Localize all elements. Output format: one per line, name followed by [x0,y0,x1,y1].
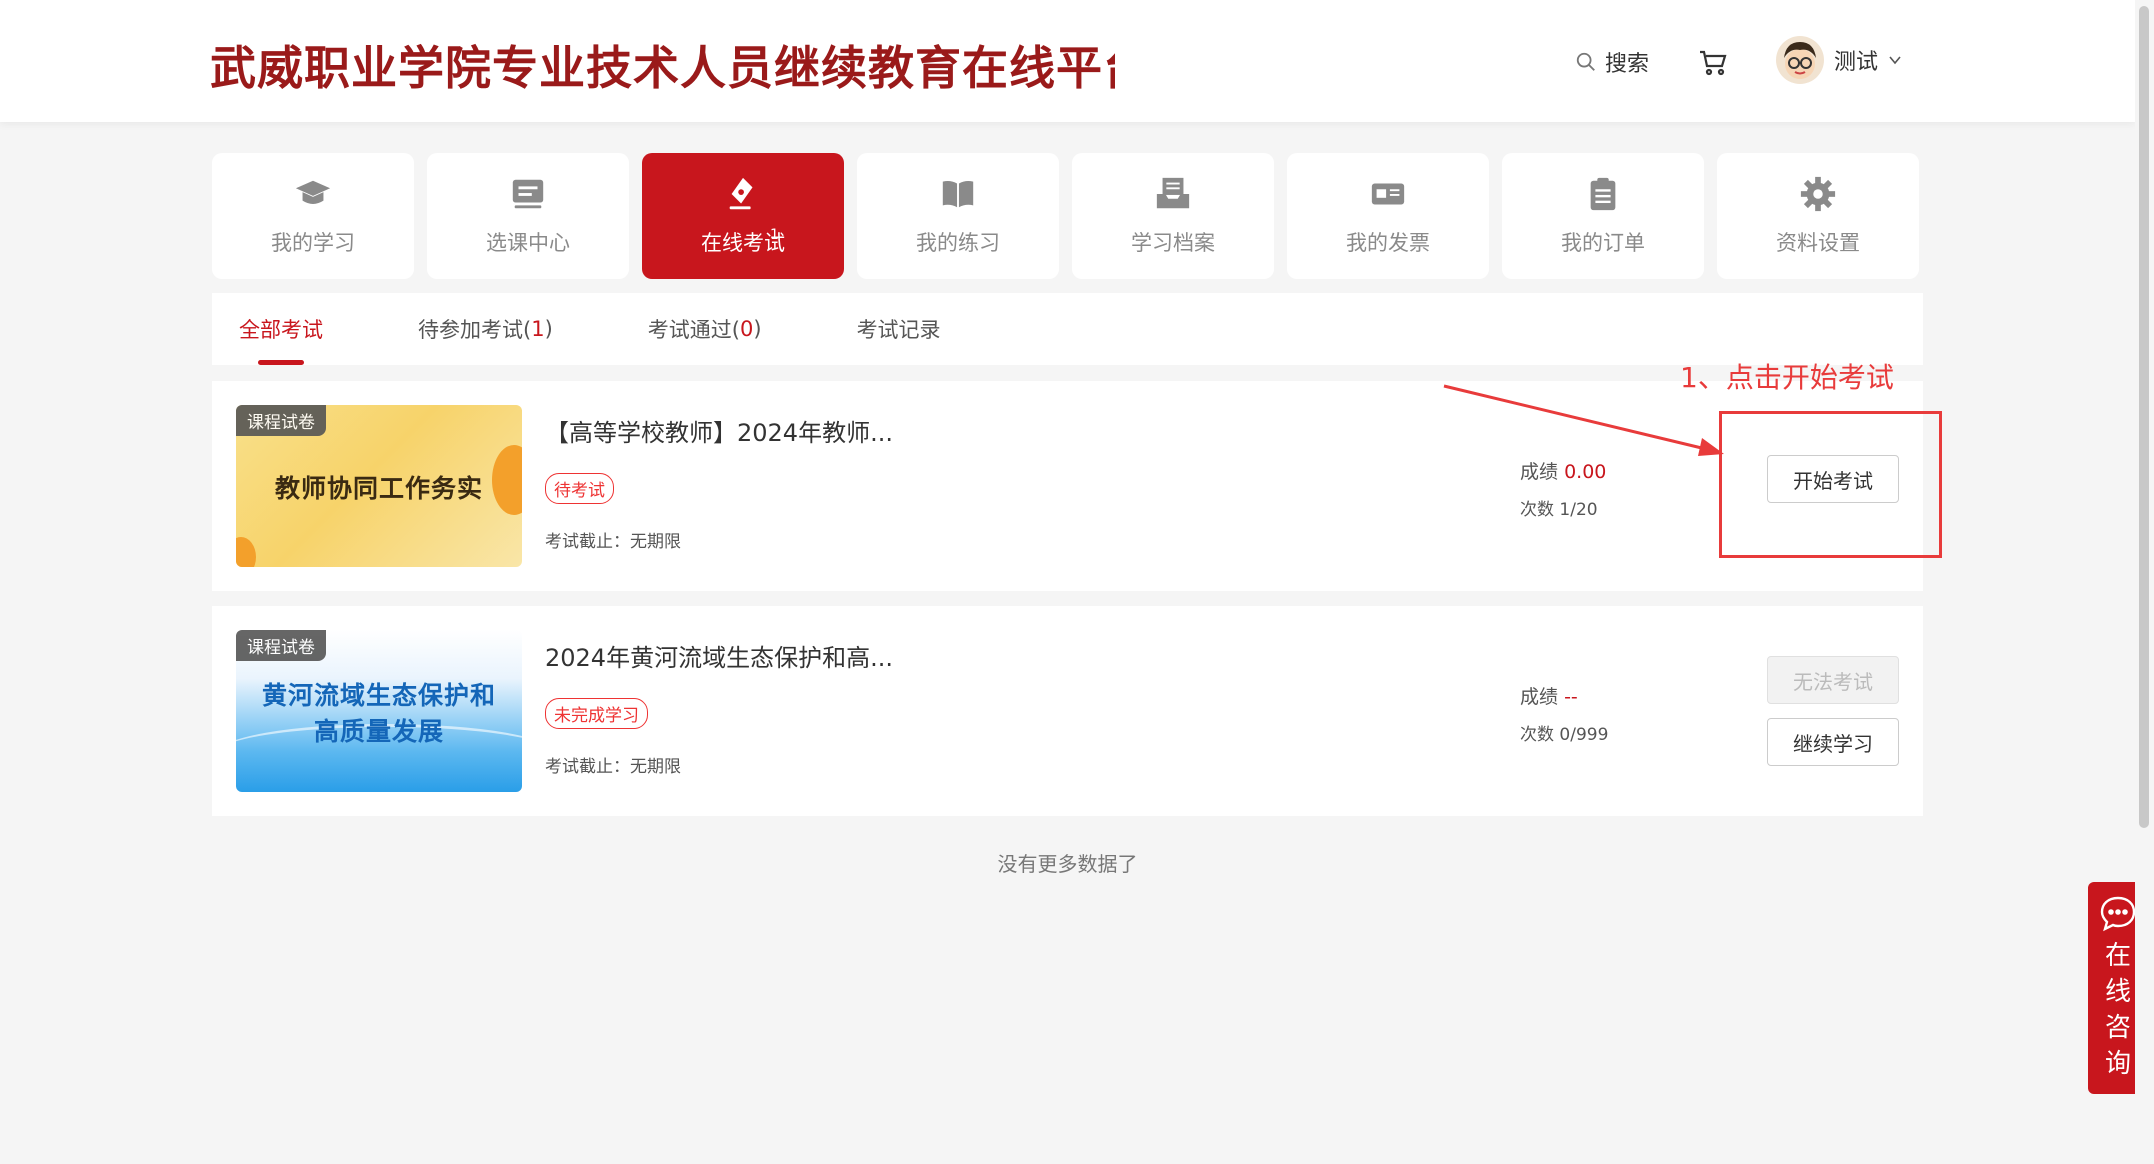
tab-count: 1 [531,317,545,341]
tab-count: 0 [739,317,754,341]
exam-attempts: 次数 1/20 [1520,500,1598,520]
nav-my-invoice[interactable]: 我的发票 [1287,153,1489,279]
invoice-icon [1371,183,1405,205]
tab-pending-exams[interactable]: 待参加考试(1) [418,293,553,365]
exam-score: 成绩 0.00 [1520,457,1606,484]
exam-title[interactable]: 【高等学校教师】2024年教师... [545,413,893,448]
avatar-icon [1784,42,1816,79]
active-tab-indicator [258,360,304,365]
nav-course-center[interactable]: 选课中心 [427,153,629,279]
score-value: 0.00 [1564,461,1607,483]
cannot-take-exam-button: 无法考试 [1767,656,1899,704]
status-badge: 待考试 [545,473,614,504]
tab-label: 全部考试 [239,318,323,342]
cart-icon [1700,50,1727,76]
annotation-box [1719,411,1942,558]
pen-icon [729,177,753,210]
tab-label: 考试记录 [856,318,941,342]
graduation-cap-icon [295,180,331,204]
tab-paren: ) [544,317,553,341]
header: 武威职业学院专业技术人员继续教育在线平台 搜索 测试 [0,0,2135,122]
search-button[interactable]: 搜索 [1575,46,1649,78]
continue-learning-button[interactable]: 继续学习 [1767,718,1899,766]
gear-icon [1800,176,1836,212]
tab-label: 待参加考试( [418,318,532,342]
nav-study-archive[interactable]: 学习档案 [1072,153,1274,279]
tab-passed-exams[interactable]: 考试通过(0) [648,293,762,365]
cart-button[interactable] [1697,46,1729,78]
no-more-data-text: 没有更多数据了 [997,852,1138,876]
nav-profile-settings[interactable]: 资料设置 [1717,153,1919,279]
nav-label: 我的订单 [1561,231,1645,255]
tab-label: 考试通过( [647,318,740,342]
tab-paren: ) [753,317,762,341]
main-nav: 我的学习 选课中心 在线考试 1 我的练习 学习档案 我的发票 我的订单 资料设… [212,153,1919,279]
thumbnail-title-line: 黄河流域生态保护和 [261,681,496,710]
username: 测试 [1834,50,1879,75]
site-title: 武威职业学院专业技术人员继续教育在线平台 [210,41,1115,95]
tab-all-exams[interactable]: 全部考试 [239,293,323,365]
nav-label: 我的学习 [271,231,355,255]
avatar [1776,36,1824,84]
thumbnail-title-line: 高质量发展 [313,717,444,746]
exam-title[interactable]: 2024年黄河流域生态保护和高... [545,638,893,673]
inbox-icon [1156,177,1190,209]
exam-deadline: 考试截止：无期限 [545,532,681,552]
annotation-arrow [1443,384,1724,456]
score-label: 成绩 [1520,461,1559,483]
consult-label: 在线咨询 [2104,941,2131,1079]
nav-my-orders[interactable]: 我的订单 [1502,153,1704,279]
book-icon [942,181,974,208]
search-icon [1576,52,1595,71]
nav-label: 资料设置 [1776,231,1860,255]
exam-thumbnail[interactable]: 教师协同工作务实 课程试卷 [236,405,522,567]
nav-online-exam[interactable]: 在线考试 1 [642,153,844,279]
exam-card: 黄河流域生态保护和 高质量发展 课程试卷 2024年黄河流域生态保护和高... … [212,606,1923,816]
score-value: -- [1564,686,1578,708]
score-label: 成绩 [1520,686,1559,708]
decoration [236,537,256,567]
nav-label: 选课中心 [486,231,570,255]
clipboard-icon [1590,177,1616,211]
exam-attempts: 次数 0/999 [1520,725,1609,745]
tab-exam-records[interactable]: 考试记录 [857,293,941,365]
monitor-icon [512,179,544,209]
exam-thumbnail[interactable]: 黄河流域生态保护和 高质量发展 课程试卷 [236,630,522,792]
exam-tabs: 全部考试 待参加考试(1) 考试通过(0) 考试记录 [212,293,1923,365]
nav-my-study[interactable]: 我的学习 [212,153,414,279]
status-badge: 未完成学习 [545,698,648,729]
chevron-down-icon [1889,56,1901,65]
exam-score: 成绩 -- [1520,682,1578,709]
nav-label: 学习档案 [1131,231,1215,255]
exam-deadline: 考试截止：无期限 [545,757,681,777]
user-menu[interactable]: 测试 [1776,36,1902,84]
nav-label: 我的练习 [916,231,1000,255]
nav-my-practice[interactable]: 我的练习 [857,153,1059,279]
exam-count-badge: 1 [770,227,779,243]
scrollbar[interactable] [2135,0,2154,1164]
chat-bubble-icon [2100,896,2136,932]
thumbnail-title: 教师协同工作务实 [274,474,483,503]
nav-label: 我的发票 [1346,231,1430,255]
thumbnail-title: 黄河流域生态保护和 高质量发展 [236,678,522,750]
scrollbar-thumb[interactable] [2139,6,2149,828]
thumbnail-tag: 课程试卷 [236,405,326,436]
thumbnail-tag: 课程试卷 [236,630,326,661]
search-label: 搜索 [1605,52,1650,77]
